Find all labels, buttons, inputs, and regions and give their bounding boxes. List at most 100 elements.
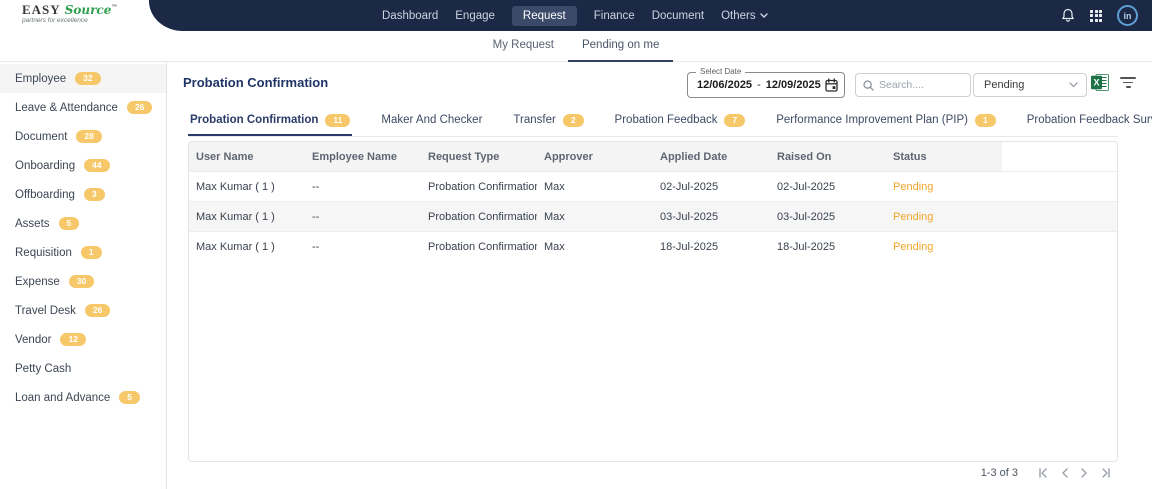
brand-script: Source™ <box>64 3 118 17</box>
tab-my-request[interactable]: My Request <box>479 31 568 62</box>
cell-applied-date: 03-Jul-2025 <box>660 210 719 223</box>
status-badge: Pending <box>893 240 934 253</box>
tab-label: Probation Confirmation <box>190 114 319 127</box>
cell-employee-name: -- <box>312 180 320 193</box>
tab-label: Probation Feedback <box>614 114 718 127</box>
count-badge: 26 <box>126 101 153 114</box>
sidebar-item-label: Petty Cash <box>15 362 72 375</box>
sidebar-item-vendor[interactable]: Vendor 12 <box>0 325 166 354</box>
tab-probation-feedback-survey[interactable]: Probation Feedback Survey 11 <box>1025 110 1152 134</box>
tab-maker-and-checker[interactable]: Maker And Checker <box>379 110 484 133</box>
search-icon <box>863 79 874 91</box>
linkedin-icon[interactable]: in <box>1117 5 1138 26</box>
table-row[interactable]: Max Kumar ( 1 ) -- Probation Confirmatio… <box>189 231 1117 261</box>
last-page-icon[interactable] <box>1101 468 1112 478</box>
notification-bell-icon[interactable] <box>1061 8 1075 23</box>
sidebar-item-label: Assets <box>15 217 50 230</box>
col-employee-name: Employee Name <box>312 150 397 163</box>
pagination-range: 1-3 of 3 <box>980 467 1018 479</box>
sidebar-item-document[interactable]: Document 28 <box>0 122 166 151</box>
previous-page-icon[interactable] <box>1061 468 1068 478</box>
cell-approver: Max <box>544 210 565 223</box>
table-row[interactable]: Max Kumar ( 1 ) -- Probation Confirmatio… <box>189 201 1117 231</box>
tab-label: Maker And Checker <box>381 114 483 126</box>
cell-request-type: Probation Confirmation <box>428 180 537 193</box>
first-page-icon[interactable] <box>1037 468 1048 478</box>
cell-raised-on: 03-Jul-2025 <box>777 210 836 223</box>
status-badge: Pending <box>893 210 934 223</box>
sidebar-item-label: Vendor <box>15 333 52 346</box>
tab-label: Transfer <box>513 114 556 127</box>
count-badge: 28 <box>76 130 102 143</box>
top-navbar: EASY Source™ partners for excellence Das… <box>0 0 1152 31</box>
sidebar-item-assets[interactable]: Assets 5 <box>0 209 166 238</box>
nav-finance[interactable]: Finance <box>594 10 635 22</box>
calendar-icon[interactable] <box>825 78 838 92</box>
cell-user-name: Max Kumar ( 1 ) <box>196 180 275 193</box>
main-content: Probation Confirmation Select Date 12/06… <box>167 62 1152 489</box>
sidebar-item-leave-attendance[interactable]: Leave & Attendance 26 <box>0 93 166 122</box>
count-badge: 5 <box>119 391 141 404</box>
cell-approver: Max <box>544 180 565 193</box>
app-grid-icon[interactable] <box>1090 9 1102 22</box>
nav-request[interactable]: Request <box>511 5 577 26</box>
nav-document[interactable]: Document <box>652 10 704 22</box>
col-user-name: User Name <box>196 150 254 163</box>
export-excel-icon[interactable]: X <box>1091 74 1109 91</box>
sidebar-item-offboarding[interactable]: Offboarding 3 <box>0 180 166 209</box>
chevron-down-icon <box>1069 82 1078 88</box>
page-title: Probation Confirmation <box>183 75 329 90</box>
sidebar-item-loan-advance[interactable]: Loan and Advance 5 <box>0 383 166 412</box>
cell-employee-name: -- <box>312 210 320 223</box>
search-field <box>855 73 971 97</box>
svg-text:X: X <box>1093 78 1099 88</box>
sidebar-item-label: Onboarding <box>15 159 76 172</box>
sidebar-item-employee[interactable]: Employee 32 <box>0 64 166 93</box>
cell-user-name: Max Kumar ( 1 ) <box>196 210 275 223</box>
next-page-icon[interactable] <box>1081 468 1088 478</box>
search-input[interactable] <box>879 79 959 91</box>
sidebar-item-expense[interactable]: Expense 30 <box>0 267 166 296</box>
tab-pending-on-me[interactable]: Pending on me <box>567 31 674 62</box>
cell-applied-date: 18-Jul-2025 <box>660 240 719 253</box>
tab-transfer[interactable]: Transfer 2 <box>511 110 585 134</box>
count-badge: 26 <box>84 304 111 317</box>
cell-raised-on: 02-Jul-2025 <box>777 180 836 193</box>
request-subnav: My Request Pending on me <box>0 31 1152 62</box>
table-row[interactable]: Max Kumar ( 1 ) -- Probation Confirmatio… <box>189 171 1117 201</box>
tab-probation-feedback[interactable]: Probation Feedback 7 <box>613 110 748 134</box>
cell-applied-date: 02-Jul-2025 <box>660 180 719 193</box>
pagination: 1-3 of 3 <box>981 467 1112 479</box>
brand-logo[interactable]: EASY Source™ partners for excellence <box>22 3 117 24</box>
cell-approver: Max <box>544 240 565 253</box>
sidebar-item-onboarding[interactable]: Onboarding 44 <box>0 151 166 180</box>
sidebar-item-label: Offboarding <box>15 188 75 201</box>
sidebar-item-label: Loan and Advance <box>15 391 111 404</box>
request-category-tabs: Probation Confirmation 11 Maker And Chec… <box>188 110 1152 137</box>
nav-engage[interactable]: Engage <box>455 10 495 22</box>
nav-others[interactable]: Others <box>721 10 768 22</box>
count-badge: 5 <box>58 217 80 230</box>
chevron-down-icon <box>759 13 768 18</box>
date-range-picker[interactable]: Select Date 12/06/2025 - 12/09/2025 <box>687 67 845 98</box>
date-end: 12/09/2025 <box>765 79 821 91</box>
count-badge: 2 <box>562 114 584 127</box>
cell-employee-name: -- <box>312 240 320 253</box>
tab-pip[interactable]: Performance Improvement Plan (PIP) 1 <box>774 110 997 134</box>
tab-probation-confirmation[interactable]: Probation Confirmation 11 <box>188 110 353 136</box>
tab-label: Probation Feedback Survey <box>1026 114 1152 127</box>
sidebar-item-travel-desk[interactable]: Travel Desk 26 <box>0 296 166 325</box>
sidebar-item-requisition[interactable]: Requisition 1 <box>0 238 166 267</box>
col-status: Status <box>893 150 927 163</box>
cell-request-type: Probation Confirmation <box>428 240 537 253</box>
col-request-type: Request Type <box>428 150 500 163</box>
date-start: 12/06/2025 <box>697 79 753 91</box>
sidebar-item-petty-cash[interactable]: Petty Cash <box>0 354 166 383</box>
brand-name: EASY <box>22 2 61 17</box>
count-badge: 1 <box>80 246 102 259</box>
col-applied-date: Applied Date <box>660 150 728 163</box>
status-filter-dropdown[interactable]: Pending <box>973 73 1087 97</box>
nav-dashboard[interactable]: Dashboard <box>382 10 438 22</box>
cell-request-type: Probation Confirmation <box>428 210 537 223</box>
filter-icon[interactable] <box>1119 77 1137 90</box>
